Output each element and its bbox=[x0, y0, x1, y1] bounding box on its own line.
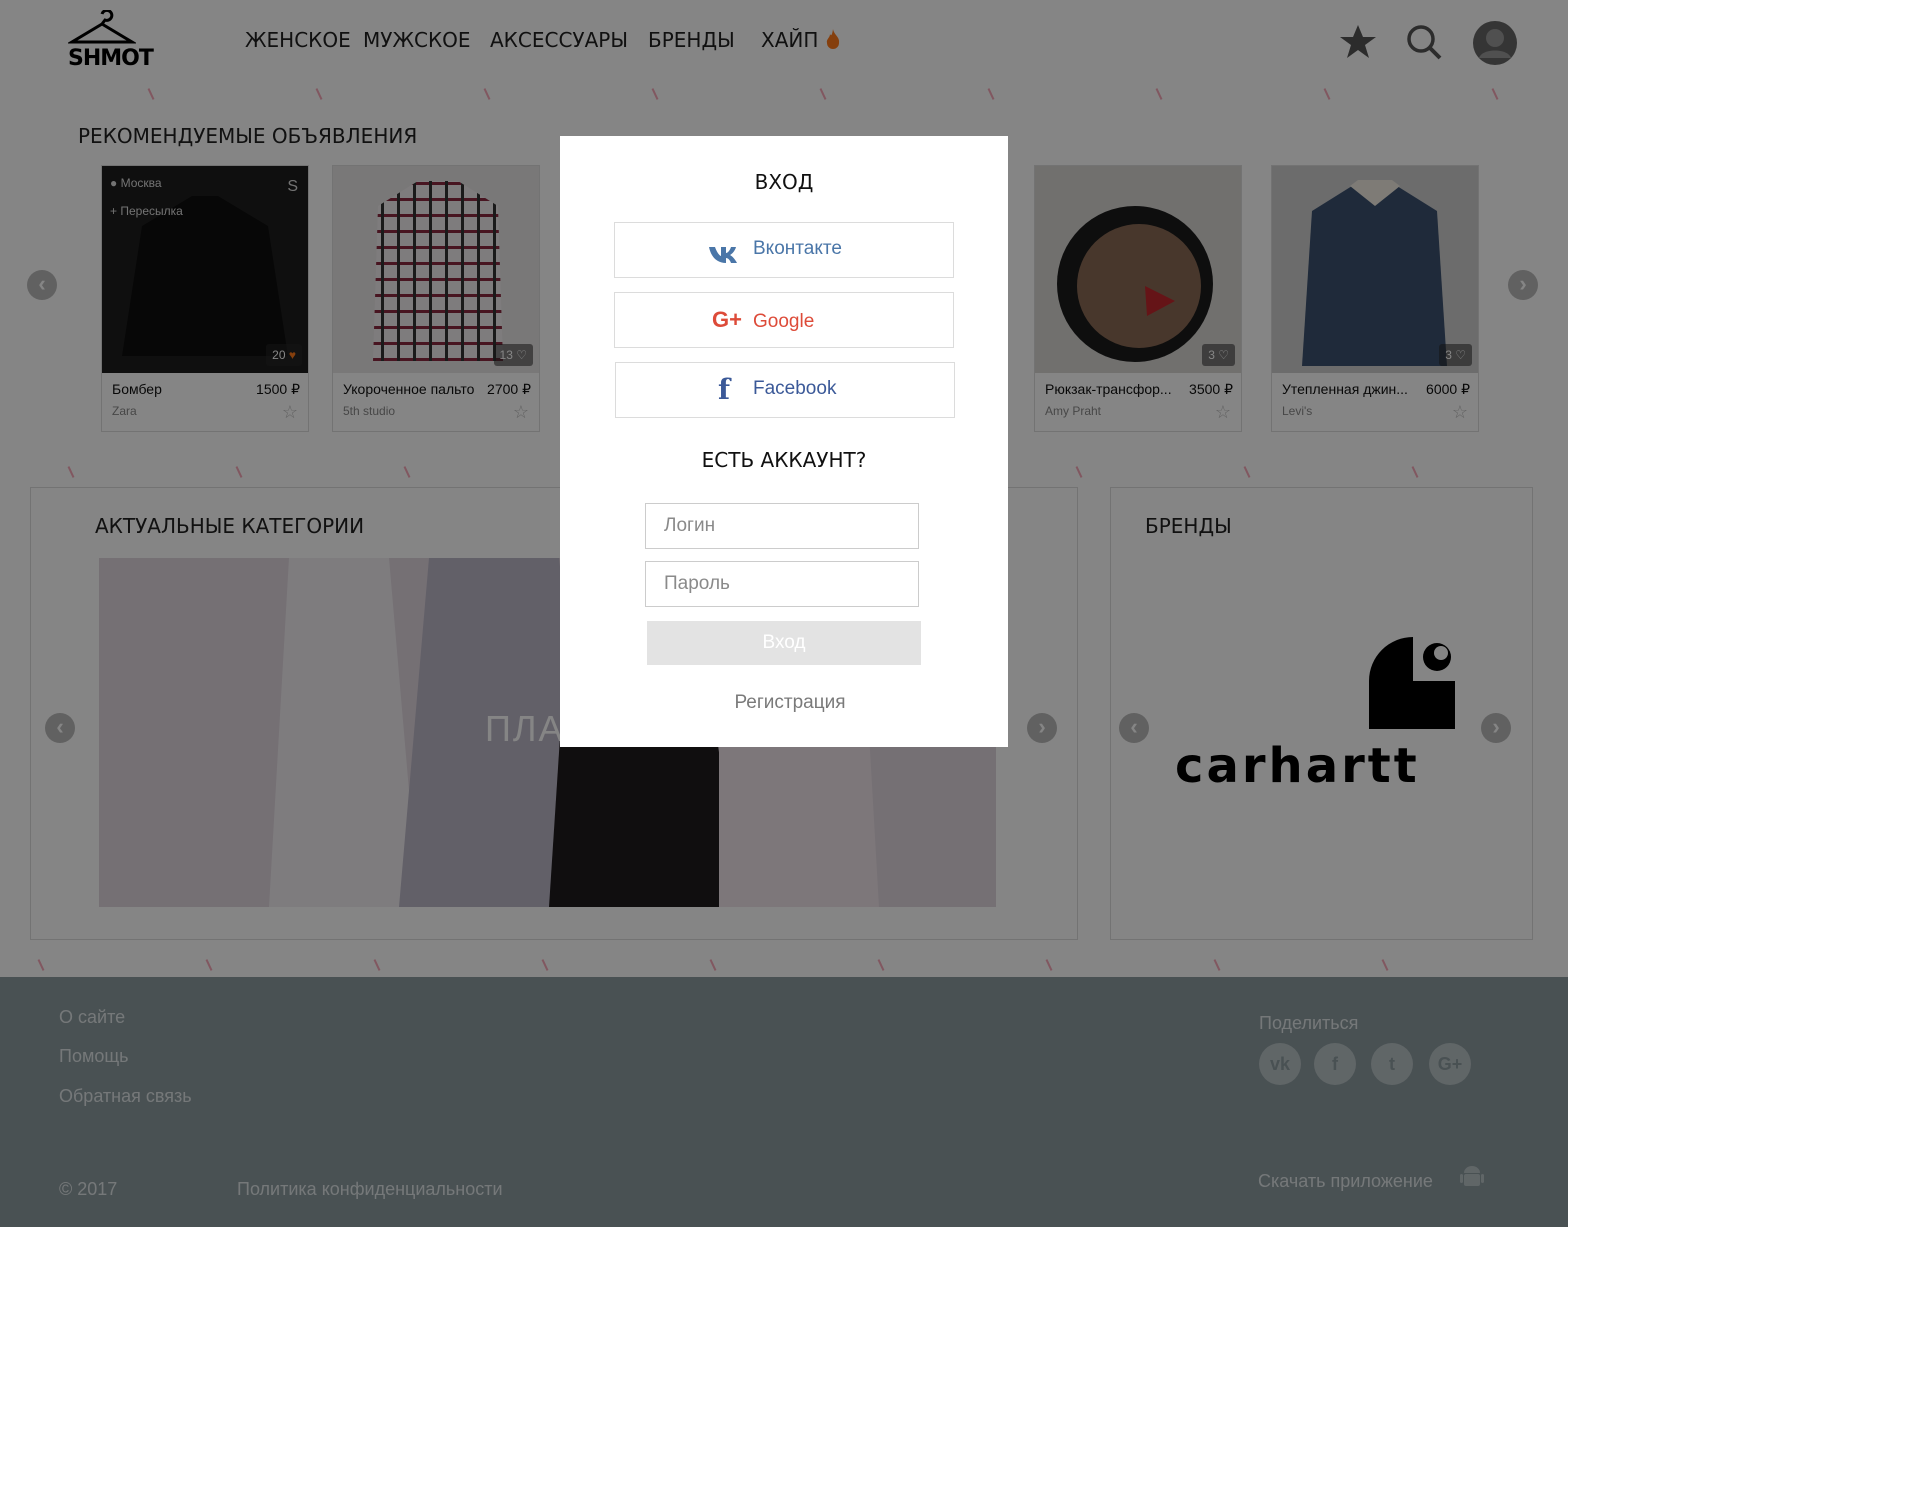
password-input[interactable] bbox=[645, 561, 919, 607]
vk-login-label: Вконтакте bbox=[753, 238, 842, 259]
page: SHMOT ЖЕНСКОЕ МУЖСКОЕ АКСЕССУАРЫ БРЕНДЫ … bbox=[0, 0, 1568, 1227]
facebook-login-button[interactable]: f Facebook bbox=[615, 362, 955, 418]
login-modal: ВХОД Вконтакте G+ Google f Facebook ЕСТЬ… bbox=[560, 136, 1008, 747]
submit-login-button[interactable]: Вход bbox=[647, 621, 921, 665]
modal-title: ВХОД bbox=[754, 170, 814, 194]
login-input[interactable] bbox=[645, 503, 919, 549]
vk-icon bbox=[709, 247, 737, 263]
have-account-heading: ЕСТЬ АККАУНТ? bbox=[701, 448, 867, 472]
google-plus-icon: G+ bbox=[712, 307, 742, 332]
facebook-login-label: Facebook bbox=[753, 378, 837, 399]
register-link[interactable]: Регистрация bbox=[560, 692, 1020, 714]
facebook-icon: f bbox=[718, 373, 731, 406]
google-login-button[interactable]: G+ Google bbox=[614, 292, 954, 348]
google-login-label: Google bbox=[753, 311, 815, 332]
vk-login-button[interactable]: Вконтакте bbox=[614, 222, 954, 278]
